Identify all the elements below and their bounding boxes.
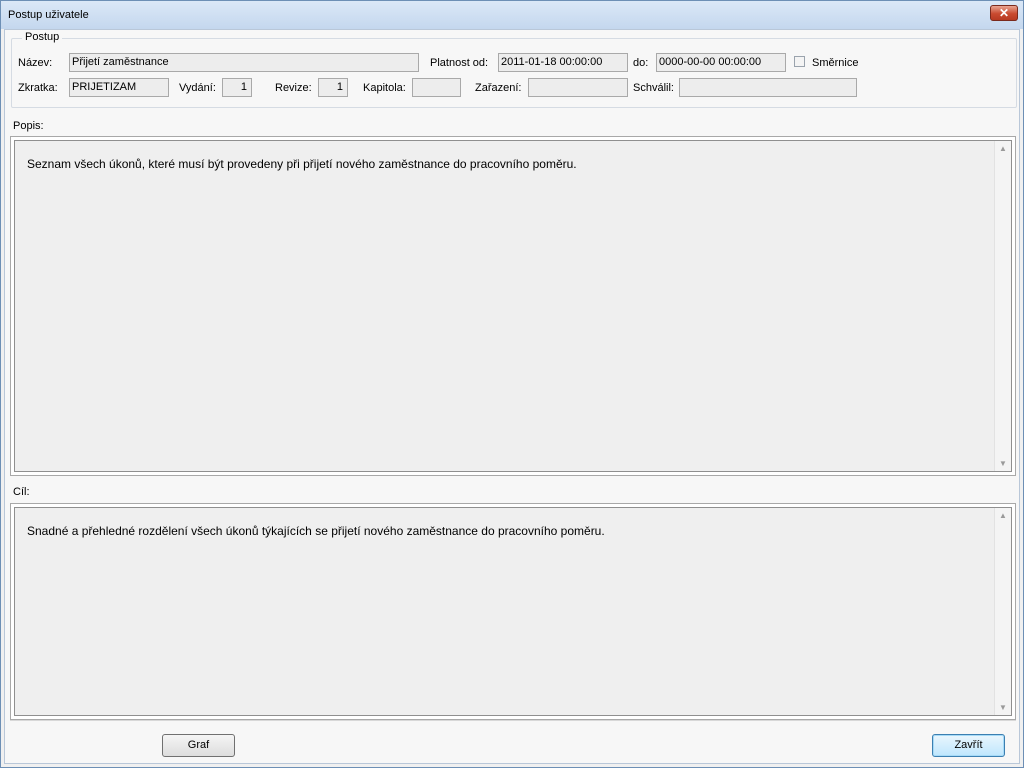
graf-button[interactable]: Graf [162,734,235,757]
cil-textarea-frame: Snadné a přehledné rozdělení všech úkonů… [10,503,1016,720]
footer-separator [10,720,1016,721]
vydani-label: Vydání: [179,82,216,94]
close-button[interactable]: ✕ [990,5,1018,21]
nazev-field[interactable]: Přijetí zaměstnance [69,53,419,72]
dialog-window: Postup uživatele ✕ Postup Název: Přijetí… [0,0,1024,768]
platnost-od-field[interactable]: 2011-01-18 00:00:00 [498,53,628,72]
close-dialog-button[interactable]: Zavřít [932,734,1005,757]
popis-text: Seznam všech úkonů, které musí být prove… [27,157,577,171]
schvalil-label: Schválil: [633,82,674,94]
schvalil-field[interactable] [679,78,857,97]
platnost-do-field[interactable]: 0000-00-00 00:00:00 [656,53,786,72]
popis-scrollbar[interactable]: ▲ ▼ [994,141,1011,471]
zkratka-label: Zkratka: [18,82,58,94]
popis-textarea[interactable]: Seznam všech úkonů, které musí být prove… [14,140,1012,472]
kapitola-label: Kapitola: [363,82,406,94]
zarazeni-field[interactable] [528,78,628,97]
platnost-od-label: Platnost od: [430,57,489,69]
cil-scrollbar[interactable]: ▲ ▼ [994,508,1011,715]
window-title: Postup uživatele [8,9,89,21]
popis-label: Popis: [13,120,44,132]
groupbox-label: Postup [22,31,63,43]
kapitola-field[interactable] [412,78,461,97]
revize-label: Revize: [275,82,312,94]
platnost-do-label: do: [633,57,649,69]
scroll-up-icon[interactable]: ▲ [995,511,1011,520]
dialog-client-area: Postup Název: Přijetí zaměstnance Platno… [4,29,1020,764]
zkratka-field[interactable]: PRIJETIZAM [69,78,169,97]
nazev-label: Název: [18,57,53,69]
revize-field[interactable]: 1 [318,78,348,97]
smernice-checkbox[interactable] [794,56,805,67]
cil-text: Snadné a přehledné rozdělení všech úkonů… [27,524,605,538]
scroll-down-icon[interactable]: ▼ [995,703,1011,712]
title-bar[interactable]: Postup uživatele ✕ [1,1,1023,29]
cil-label: Cíl: [13,486,30,498]
scroll-up-icon[interactable]: ▲ [995,144,1011,153]
vydani-field[interactable]: 1 [222,78,252,97]
zarazeni-label: Zařazení: [475,82,522,94]
scroll-down-icon[interactable]: ▼ [995,459,1011,468]
cil-textarea[interactable]: Snadné a přehledné rozdělení všech úkonů… [14,507,1012,716]
postup-groupbox: Postup Název: Přijetí zaměstnance Platno… [11,31,1017,108]
close-icon: ✕ [998,6,1010,20]
smernice-label: Směrnice [812,57,859,69]
popis-textarea-frame: Seznam všech úkonů, které musí být prove… [10,136,1016,476]
